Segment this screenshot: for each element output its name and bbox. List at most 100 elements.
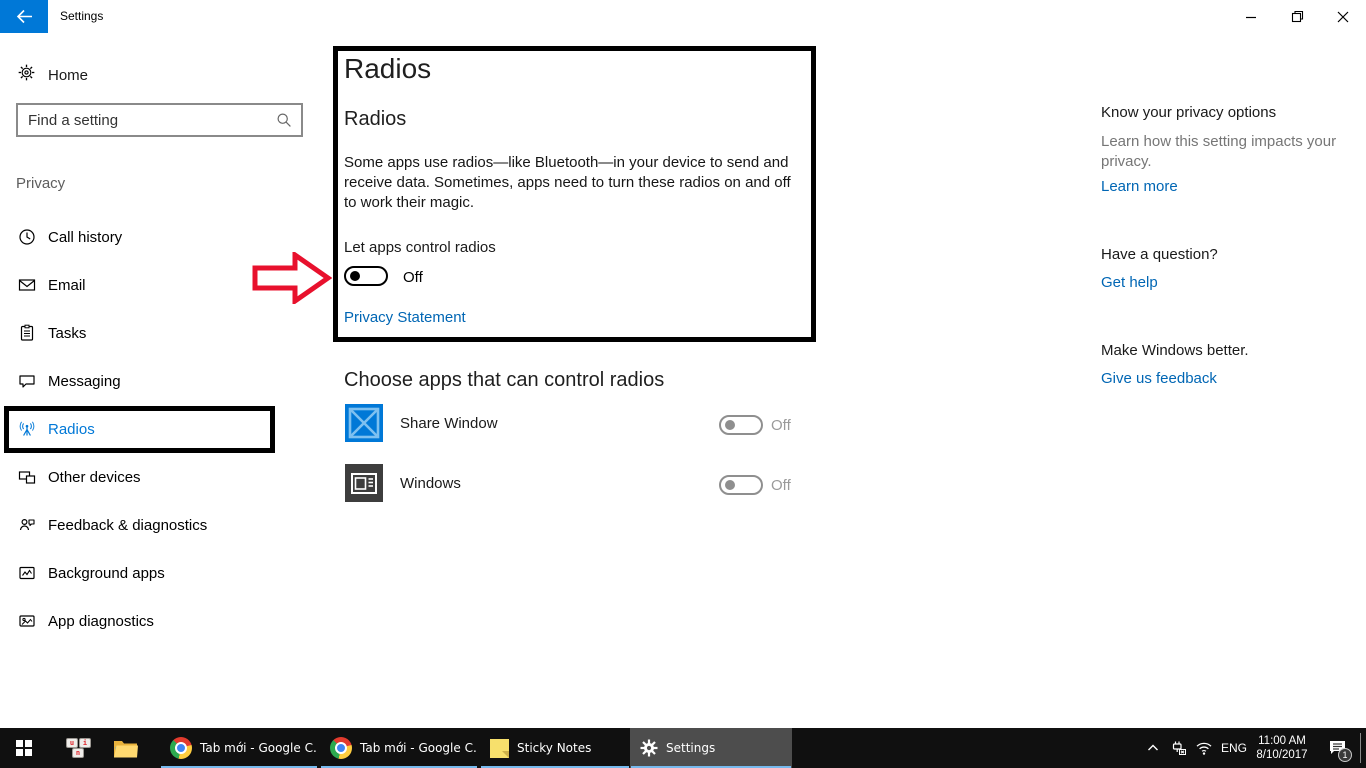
taskbar-button-label: Settings — [666, 741, 715, 755]
show-desktop-divider[interactable] — [1360, 733, 1361, 763]
let-apps-control-radios-label: Let apps control radios — [344, 239, 496, 256]
power-plug-icon — [1170, 740, 1187, 757]
app-toggle-state: Off — [771, 417, 791, 434]
sidebar-item-label: App diagnostics — [48, 613, 154, 630]
sidebar-item-feedback-diagnostics[interactable]: Feedback & diagnostics — [0, 502, 300, 550]
close-icon — [1337, 11, 1349, 23]
tray-action-center[interactable]: 1 — [1320, 728, 1356, 768]
envelope-icon — [18, 276, 36, 299]
sidebar-item-call-history[interactable]: Call history — [0, 214, 300, 262]
tray-language[interactable]: ENG — [1217, 728, 1251, 768]
taskbar-button-label: Tab mới - Google C... — [360, 741, 478, 755]
unikey-icon: u i n — [66, 738, 92, 759]
chrome-icon — [170, 737, 192, 759]
taskbar-chrome-window-1[interactable]: Tab mới - Google C... — [160, 728, 318, 768]
restore-button[interactable] — [1274, 0, 1320, 33]
folder-icon — [113, 738, 139, 759]
gear-icon — [18, 64, 35, 86]
sidebar-item-label: Radios — [48, 421, 95, 438]
clock-history-icon — [18, 228, 36, 251]
sidebar-item-radios[interactable]: Radios — [0, 406, 300, 454]
windows-app-icon — [345, 464, 383, 502]
toggle-knob — [350, 271, 360, 281]
speech-bubble-icon — [18, 372, 36, 395]
make-windows-better-title: Make Windows better. — [1101, 342, 1351, 359]
sidebar-item-tasks[interactable]: Tasks — [0, 310, 300, 358]
window-title: Settings — [60, 9, 103, 23]
sidebar-item-other-devices[interactable]: Other devices — [0, 454, 300, 502]
taskbar-button-label: Tab mới - Google C... — [200, 741, 318, 755]
radios-master-toggle[interactable] — [344, 266, 388, 286]
share-window-toggle[interactable] — [719, 415, 763, 435]
privacy-statement-link[interactable]: Privacy Statement — [344, 309, 466, 326]
sidebar-item-label: Messaging — [48, 373, 121, 390]
taskbar-sticky-notes[interactable]: Sticky Notes — [480, 728, 630, 768]
get-help-link[interactable]: Get help — [1101, 274, 1351, 291]
toggle-knob — [725, 480, 735, 490]
learn-more-link[interactable]: Learn more — [1101, 178, 1351, 195]
restore-icon — [1291, 10, 1304, 23]
have-a-question-title: Have a question? — [1101, 246, 1351, 263]
unikey-button[interactable]: u i n — [58, 728, 100, 768]
app-name: Share Window — [400, 415, 498, 432]
devices-icon — [18, 468, 36, 491]
search-box[interactable] — [16, 103, 303, 137]
taskbar-settings[interactable]: Settings — [630, 728, 792, 768]
background-apps-icon — [18, 564, 36, 587]
sidebar-item-label: Tasks — [48, 325, 86, 342]
page-title: Radios — [344, 53, 431, 85]
minimize-icon — [1245, 11, 1257, 23]
tray-network[interactable] — [1191, 728, 1217, 768]
search-input[interactable] — [18, 112, 276, 129]
chrome-icon — [330, 737, 352, 759]
tray-clock[interactable]: 11:00 AM 8/10/2017 — [1250, 728, 1314, 768]
radios-master-toggle-state: Off — [403, 269, 423, 286]
privacy-options-title: Know your privacy options — [1101, 104, 1351, 121]
app-name: Windows — [400, 475, 461, 492]
radios-description: Some apps use radios—like Bluetooth—in y… — [344, 153, 796, 213]
sidebar-item-label: Feedback & diagnostics — [48, 517, 207, 534]
notification-badge: 1 — [1338, 748, 1352, 762]
sidebar-item-email[interactable]: Email — [0, 262, 300, 310]
start-button[interactable] — [0, 728, 48, 768]
windows-logo-icon — [16, 740, 32, 756]
search-icon[interactable] — [276, 112, 292, 128]
sidebar-item-background-apps[interactable]: Background apps — [0, 550, 300, 598]
back-arrow-icon — [16, 9, 33, 24]
share-window-app-icon — [345, 404, 383, 442]
toggle-knob — [725, 420, 735, 430]
person-feedback-icon — [18, 516, 36, 539]
file-explorer-button[interactable] — [104, 728, 148, 768]
tray-power-status[interactable] — [1165, 728, 1191, 768]
give-feedback-link[interactable]: Give us feedback — [1101, 370, 1351, 387]
taskbar-chrome-window-2[interactable]: Tab mới - Google C... — [320, 728, 478, 768]
tray-date: 8/10/2017 — [1256, 748, 1307, 762]
sidebar-item-home-label: Home — [48, 67, 88, 84]
radios-section-title: Radios — [344, 108, 406, 131]
app-diagnostics-icon — [18, 612, 36, 635]
window-controls — [1228, 0, 1366, 33]
clipboard-icon — [18, 324, 36, 347]
taskbar-button-label: Sticky Notes — [517, 741, 591, 755]
antenna-icon — [18, 420, 36, 443]
tray-time: 11:00 AM — [1258, 734, 1306, 748]
minimize-button[interactable] — [1228, 0, 1274, 33]
sidebar-item-label: Call history — [48, 229, 122, 246]
sticky-notes-icon — [490, 739, 509, 758]
back-button[interactable] — [0, 0, 48, 33]
sidebar-item-messaging[interactable]: Messaging — [0, 358, 300, 406]
chevron-up-icon — [1146, 741, 1160, 755]
sidebar-section-privacy: Privacy — [16, 175, 65, 192]
sidebar-item-label: Background apps — [48, 565, 165, 582]
sidebar-item-app-diagnostics[interactable]: App diagnostics — [0, 598, 300, 646]
windows-toggle[interactable] — [719, 475, 763, 495]
app-toggle-state: Off — [771, 477, 791, 494]
close-button[interactable] — [1320, 0, 1366, 33]
sidebar-item-label: Email — [48, 277, 86, 294]
gear-icon — [640, 739, 658, 757]
wifi-icon — [1195, 740, 1213, 756]
tray-show-hidden-icons[interactable] — [1141, 728, 1165, 768]
taskbar: u i n Tab mới - Google C... Tab mới - Go… — [0, 728, 1366, 768]
sidebar-item-label: Other devices — [48, 469, 141, 486]
sidebar-item-home[interactable]: Home — [0, 57, 320, 93]
